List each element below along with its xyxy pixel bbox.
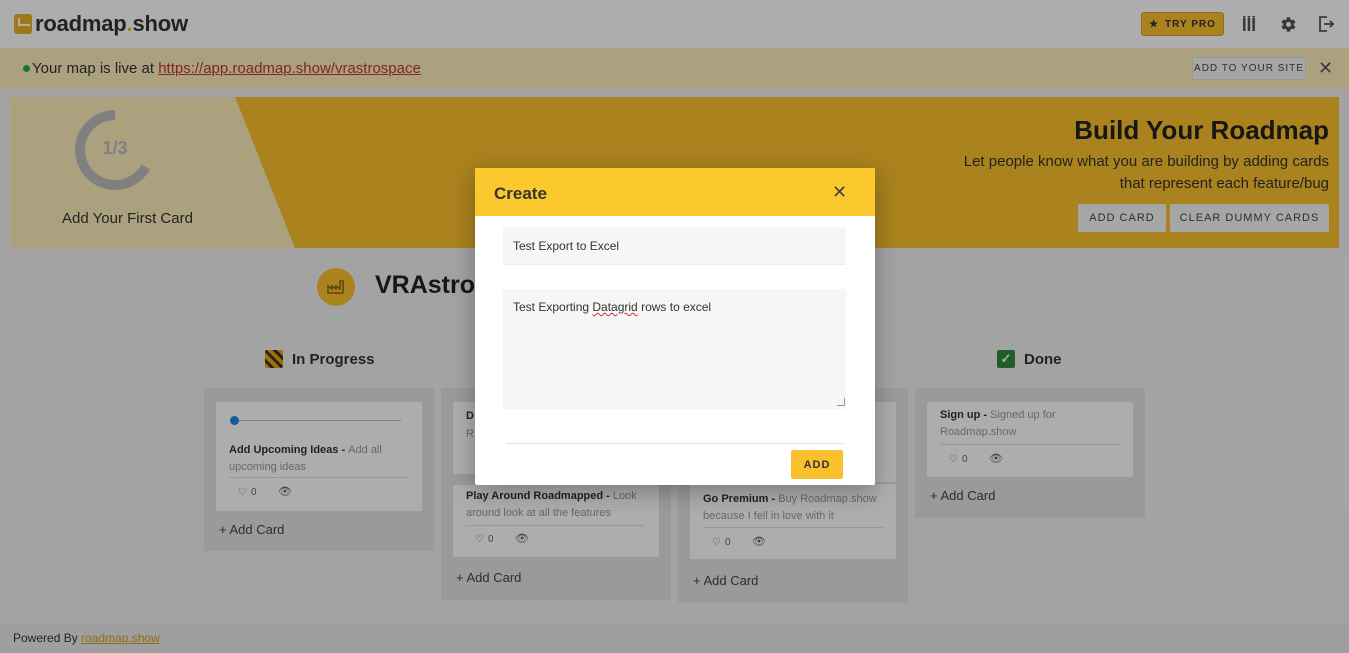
resize-handle[interactable] <box>837 398 845 406</box>
modal-header: Create ✕ <box>475 168 875 216</box>
add-button[interactable]: ADD <box>791 450 843 479</box>
modal-title: Create <box>494 184 547 203</box>
create-card-modal: Create ✕ Test Exporting Datagrid rows to… <box>475 168 875 485</box>
card-title-input[interactable] <box>503 227 846 265</box>
close-icon[interactable]: ✕ <box>832 182 847 203</box>
card-description-text: Test Exporting Datagrid rows to excel <box>513 300 712 314</box>
modal-divider <box>506 443 843 444</box>
